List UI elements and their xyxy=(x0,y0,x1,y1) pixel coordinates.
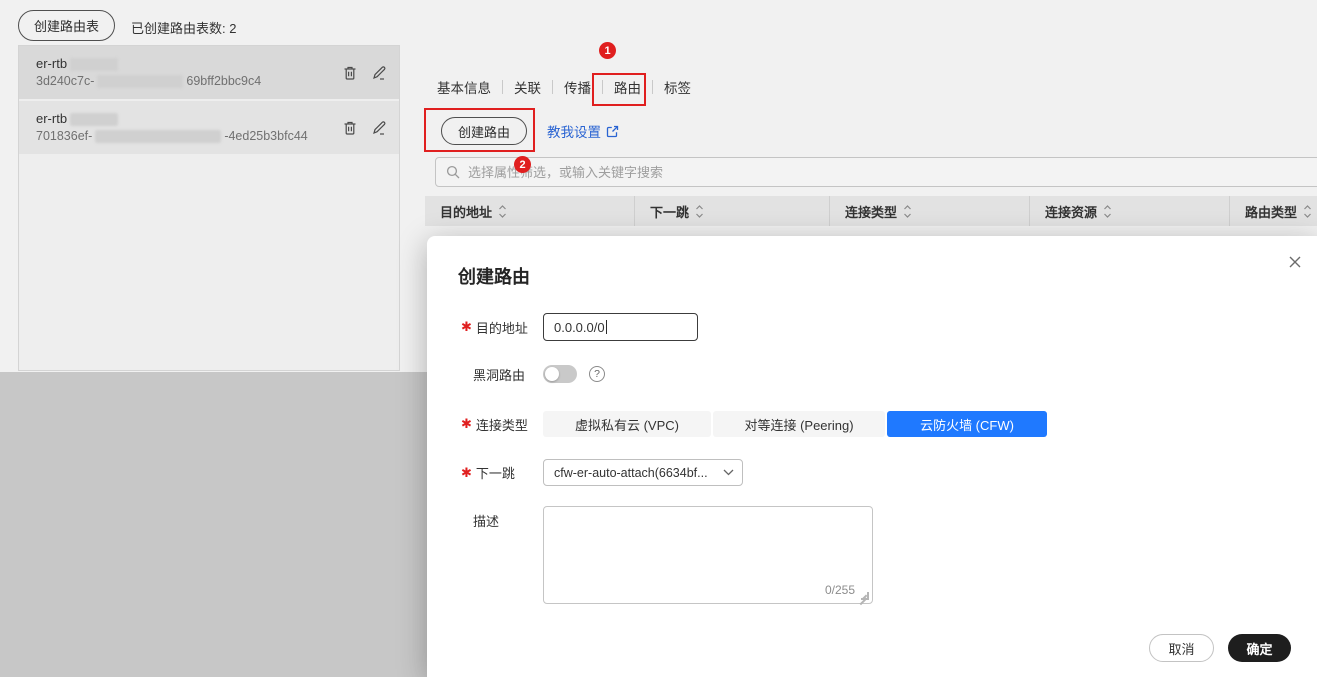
blackhole-toggle[interactable] xyxy=(543,365,577,383)
external-link-icon xyxy=(606,125,619,138)
destination-input[interactable]: 0.0.0.0/0 xyxy=(543,313,698,341)
route-table-name: er-rtb xyxy=(36,110,389,127)
tab-separator xyxy=(502,80,503,94)
close-icon[interactable] xyxy=(1287,254,1303,270)
route-table-count-text: 已创建路由表数: 2 xyxy=(131,18,236,37)
route-table-list: er-rtb 3d240c7c-69bff2bbc9c4 er-rtb 7018 xyxy=(18,45,400,371)
attachment-type-option-peering[interactable]: 对等连接 (Peering) xyxy=(713,411,885,437)
cancel-button[interactable]: 取消 xyxy=(1149,634,1214,662)
route-table-header: 目的地址 下一跳 连接类型 连接资源 xyxy=(425,196,1317,226)
create-route-dialog: 创建路由 ✱ 目的地址 0.0.0.0/0 黑洞路由 ? ✱ xyxy=(427,236,1317,677)
destination-field-row: ✱ 目的地址 0.0.0.0/0 xyxy=(461,313,698,341)
next-hop-row: ✱ 下一跳 cfw-er-auto-attach(6634bf... xyxy=(461,459,743,486)
column-header-destination[interactable]: 目的地址 xyxy=(425,196,634,226)
help-icon[interactable]: ? xyxy=(589,366,605,382)
sort-icon[interactable] xyxy=(695,205,704,218)
attachment-type-label: ✱ 连接类型 xyxy=(461,415,543,434)
required-asterisk: ✱ xyxy=(461,416,472,432)
search-icon xyxy=(446,165,460,179)
redacted-block xyxy=(97,75,183,88)
dialog-title: 创建路由 xyxy=(458,263,530,289)
route-table-id: 701836ef--4ed25b3bfc44 xyxy=(36,127,389,145)
resize-grip-icon[interactable] xyxy=(861,592,869,600)
redacted-block xyxy=(95,130,221,143)
column-header-attachment-type[interactable]: 连接类型 xyxy=(829,196,1029,226)
description-label: 描述 xyxy=(461,506,543,530)
blackhole-field-row: 黑洞路由 ? xyxy=(461,362,605,386)
delete-icon[interactable] xyxy=(342,65,358,81)
column-label: 连接类型 xyxy=(845,202,897,221)
destination-value: 0.0.0.0/0 xyxy=(554,320,605,335)
attachment-type-option-vpc[interactable]: 虚拟私有云 (VPC) xyxy=(543,411,711,437)
route-search-box xyxy=(435,157,1317,187)
text-caret xyxy=(606,320,608,334)
column-header-next-hop[interactable]: 下一跳 xyxy=(634,196,829,226)
edit-icon[interactable] xyxy=(371,65,387,81)
route-table-item-2[interactable]: er-rtb 701836ef--4ed25b3bfc44 xyxy=(19,101,399,154)
edit-icon[interactable] xyxy=(371,120,387,136)
detail-tabs: 基本信息 关联 传播 路由 标签 xyxy=(437,77,702,97)
sort-icon[interactable] xyxy=(1103,205,1112,218)
next-hop-label: ✱ 下一跳 xyxy=(461,463,543,482)
sort-icon[interactable] xyxy=(903,205,912,218)
confirm-button[interactable]: 确定 xyxy=(1228,634,1291,662)
description-textarea-wrap: 0/255 xyxy=(543,506,873,604)
char-counter: 0/255 xyxy=(825,583,855,597)
sort-icon[interactable] xyxy=(1303,205,1312,218)
tab-separator xyxy=(652,80,653,94)
annotation-step-2-badge: 2 xyxy=(514,156,531,173)
column-label: 路由类型 xyxy=(1245,202,1297,221)
required-asterisk: ✱ xyxy=(461,319,472,335)
annotation-step-1-badge: 1 xyxy=(599,42,616,59)
toggle-knob xyxy=(545,367,559,381)
attachment-type-row: ✱ 连接类型 虚拟私有云 (VPC) 对等连接 (Peering) 云防火墙 (… xyxy=(461,411,1049,437)
screenshot-root: 创建路由表 已创建路由表数: 2 er-rtb 3d240c7c-69bff2b… xyxy=(0,0,1317,677)
column-label: 连接资源 xyxy=(1045,202,1097,221)
route-table-item-1[interactable]: er-rtb 3d240c7c-69bff2bbc9c4 xyxy=(19,46,399,99)
description-row: 描述 0/255 xyxy=(461,506,873,604)
route-table-name: er-rtb xyxy=(36,55,389,72)
delete-icon[interactable] xyxy=(342,120,358,136)
annotation-box-create-route xyxy=(424,108,535,152)
dialog-footer: 取消 确定 xyxy=(1149,634,1291,662)
create-route-table-button[interactable]: 创建路由表 xyxy=(18,10,115,41)
annotation-box-routes-tab xyxy=(592,73,646,106)
row-actions xyxy=(342,46,387,99)
tab-propagations[interactable]: 传播 xyxy=(564,77,591,97)
tab-tags[interactable]: 标签 xyxy=(664,77,691,97)
required-asterisk: ✱ xyxy=(461,465,472,481)
column-header-attachment-resource[interactable]: 连接资源 xyxy=(1029,196,1229,226)
destination-label: ✱ 目的地址 xyxy=(461,318,543,337)
next-hop-value: cfw-er-auto-attach(6634bf... xyxy=(554,466,723,480)
search-input[interactable] xyxy=(468,165,1317,180)
setup-guide-label: 教我设置 xyxy=(547,121,601,141)
setup-guide-link[interactable]: 教我设置 xyxy=(547,117,619,145)
tab-separator xyxy=(552,80,553,94)
attachment-type-option-cfw-selected[interactable]: 云防火墙 (CFW) xyxy=(887,411,1047,437)
tab-basic-info[interactable]: 基本信息 xyxy=(437,77,491,97)
column-label: 目的地址 xyxy=(440,202,492,221)
redacted-block xyxy=(70,58,118,71)
next-hop-select[interactable]: cfw-er-auto-attach(6634bf... xyxy=(543,459,743,486)
route-table-id: 3d240c7c-69bff2bbc9c4 xyxy=(36,72,389,90)
column-header-route-type[interactable]: 路由类型 xyxy=(1229,196,1317,226)
row-actions xyxy=(342,101,387,154)
tab-associations[interactable]: 关联 xyxy=(514,77,541,97)
chevron-down-icon xyxy=(723,469,734,476)
blackhole-label: 黑洞路由 xyxy=(461,365,543,384)
description-textarea[interactable] xyxy=(543,506,873,604)
redacted-block xyxy=(70,113,118,126)
sort-icon[interactable] xyxy=(498,205,507,218)
column-label: 下一跳 xyxy=(650,202,689,221)
